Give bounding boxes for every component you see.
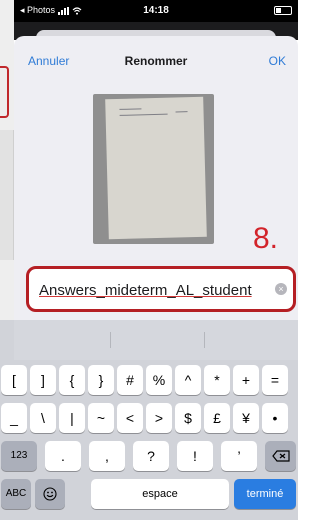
key[interactable]: ~ bbox=[88, 403, 114, 433]
key[interactable]: . bbox=[45, 441, 81, 471]
delete-key[interactable] bbox=[265, 441, 296, 471]
key[interactable]: , bbox=[89, 441, 125, 471]
key[interactable]: _ bbox=[1, 403, 27, 433]
numbers-mode-key[interactable]: 123 bbox=[1, 441, 37, 471]
key[interactable]: | bbox=[59, 403, 85, 433]
screen: ◂ Photos 14:18 Annuler Renommer OK 8. An… bbox=[0, 0, 298, 520]
page-title: Renommer bbox=[124, 54, 188, 68]
key[interactable]: ? bbox=[133, 441, 169, 471]
suggestion-bar bbox=[14, 320, 298, 360]
battery-icon bbox=[274, 6, 292, 15]
clear-text-icon[interactable]: × bbox=[275, 283, 287, 295]
paper-image bbox=[105, 96, 207, 240]
document-thumbnail bbox=[93, 94, 214, 244]
done-key[interactable]: terminé bbox=[234, 479, 296, 509]
key[interactable]: ! bbox=[177, 441, 213, 471]
ok-button[interactable]: OK bbox=[269, 54, 286, 68]
key[interactable]: £ bbox=[204, 403, 230, 433]
key[interactable]: # bbox=[117, 365, 143, 395]
letters-mode-key[interactable]: ABC bbox=[1, 479, 31, 509]
step-number-label: 8. bbox=[252, 222, 278, 255]
background-panel bbox=[0, 130, 14, 260]
background-highlight-marker bbox=[0, 66, 9, 118]
key[interactable]: ’ bbox=[221, 441, 257, 471]
key[interactable]: { bbox=[59, 365, 85, 395]
emoji-icon bbox=[43, 487, 57, 501]
key[interactable]: = bbox=[262, 365, 288, 395]
backspace-icon bbox=[271, 450, 290, 462]
space-key[interactable]: espace bbox=[91, 479, 229, 509]
key[interactable]: • bbox=[262, 403, 288, 433]
key[interactable]: [ bbox=[1, 365, 27, 395]
filename-field-container: × bbox=[26, 266, 296, 312]
key[interactable]: $ bbox=[175, 403, 201, 433]
emoji-key[interactable] bbox=[35, 479, 65, 509]
key[interactable]: < bbox=[117, 403, 143, 433]
key[interactable]: \ bbox=[30, 403, 56, 433]
key[interactable]: ¥ bbox=[233, 403, 259, 433]
key[interactable]: ] bbox=[30, 365, 56, 395]
status-time: 14:18 bbox=[143, 5, 169, 16]
filename-input[interactable] bbox=[39, 279, 275, 301]
navbar: Annuler Renommer OK bbox=[14, 36, 298, 82]
status-bar: ◂ Photos 14:18 bbox=[14, 0, 298, 22]
key[interactable]: + bbox=[233, 365, 259, 395]
key[interactable]: } bbox=[88, 365, 114, 395]
key[interactable]: % bbox=[146, 365, 172, 395]
keyboard: [ ] { } # % ^ * + = _ \ | ~ < > $ £ ¥ • … bbox=[0, 320, 298, 520]
key[interactable]: > bbox=[146, 403, 172, 433]
key[interactable]: ^ bbox=[175, 365, 201, 395]
key[interactable]: * bbox=[204, 365, 230, 395]
